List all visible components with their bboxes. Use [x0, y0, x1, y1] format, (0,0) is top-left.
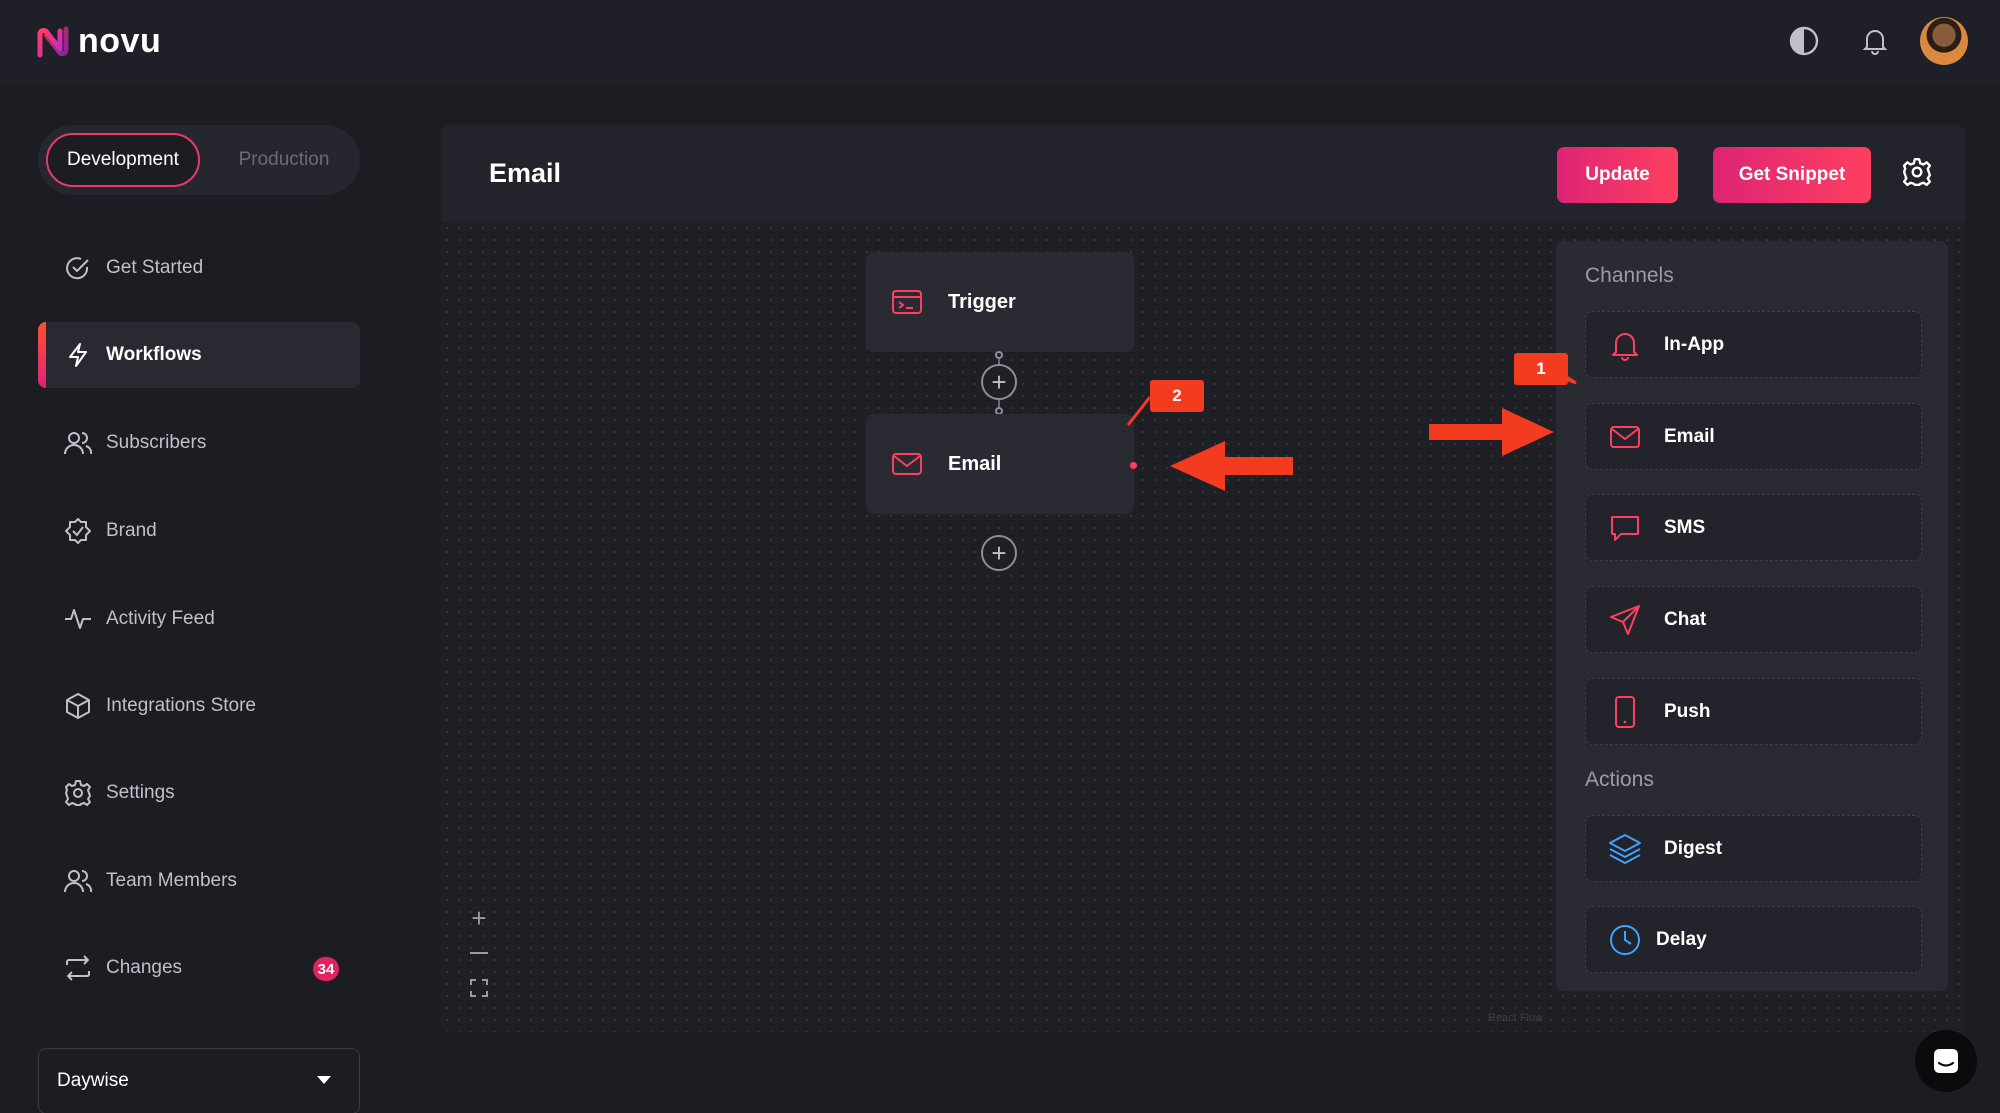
arrow-left-annotation [1170, 441, 1293, 491]
annotation-callout-1: 1 [1514, 353, 1568, 385]
annotation-callout-2: 2 [1150, 380, 1204, 412]
arrow-right-annotation [1429, 408, 1554, 456]
support-chat-button[interactable] [1915, 1030, 1977, 1092]
annotation-overlay [1126, 363, 1577, 491]
chat-icon [1934, 1049, 1958, 1073]
callout-2-pointer [1126, 396, 1152, 426]
